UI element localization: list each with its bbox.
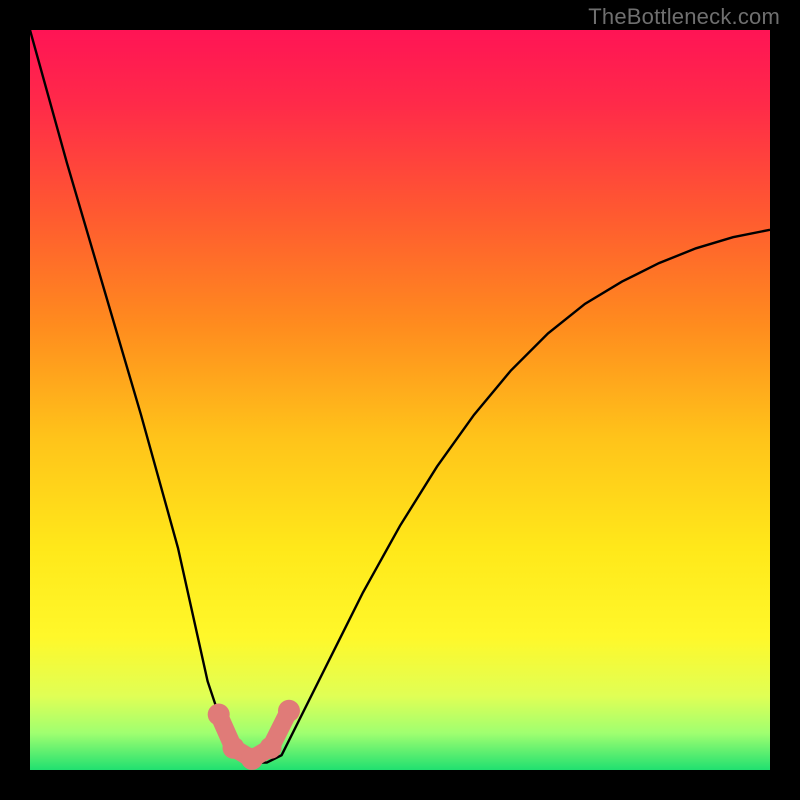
curve-marker: [278, 700, 300, 722]
curve-marker: [208, 704, 230, 726]
chart-frame: TheBottleneck.com: [0, 0, 800, 800]
watermark-text: TheBottleneck.com: [588, 4, 780, 30]
plot-background: [30, 30, 770, 770]
curve-marker: [260, 737, 282, 759]
curve-marker: [223, 737, 245, 759]
curve-marker: [241, 748, 263, 770]
bottleneck-chart: [30, 30, 770, 770]
